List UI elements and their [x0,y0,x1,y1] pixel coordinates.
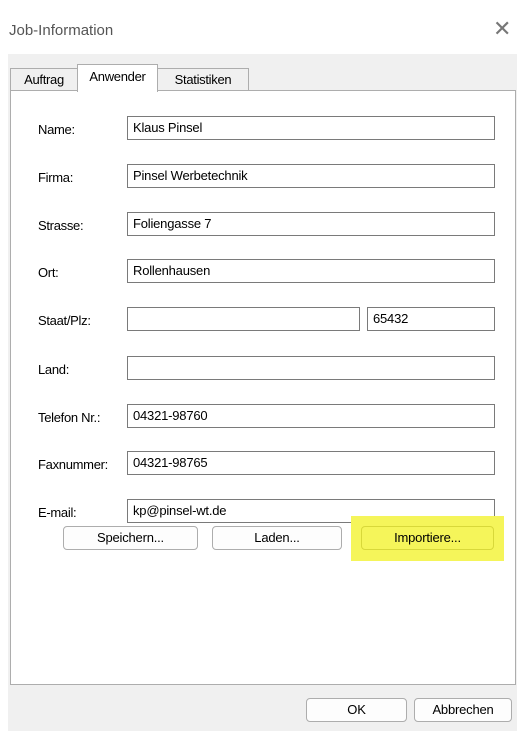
telefon-field[interactable]: 04321-98760 [127,404,495,428]
importiere-button[interactable]: Importiere... [361,526,494,550]
name-field[interactable]: Klaus Pinsel [127,116,495,140]
faxnummer-label: Faxnummer: [38,457,108,472]
staat-field[interactable] [127,307,360,331]
strasse-field[interactable]: Foliengasse 7 [127,212,495,236]
ok-button[interactable]: OK [306,698,407,722]
tab-anwender[interactable]: Anwender [77,64,158,92]
ort-label: Ort: [38,265,59,280]
laden-button[interactable]: Laden... [212,526,342,550]
email-label: E-mail: [38,505,77,520]
speichern-button[interactable]: Speichern... [63,526,198,550]
plz-field[interactable]: 65432 [367,307,495,331]
tab-statistiken[interactable]: Statistiken [157,68,249,91]
tab-auftrag[interactable]: Auftrag [10,68,78,91]
strasse-label: Strasse: [38,218,84,233]
land-field[interactable] [127,356,495,380]
close-icon[interactable]: ✕ [493,16,511,42]
firma-field[interactable]: Pinsel Werbetechnik [127,164,495,188]
ort-field[interactable]: Rollenhausen [127,259,495,283]
job-information-dialog: Job-Information ✕ Auftrag Anwender Stati… [8,8,517,731]
firma-label: Firma: [38,170,74,185]
staat-plz-label: Staat/Plz: [38,313,91,328]
faxnummer-field[interactable]: 04321-98765 [127,451,495,475]
name-label: Name: [38,122,75,137]
land-label: Land: [38,362,70,377]
abbrechen-button[interactable]: Abbrechen [414,698,512,722]
telefon-label: Telefon Nr.: [38,410,101,425]
anwender-panel: Name: Klaus Pinsel Firma: Pinsel Werbete… [10,90,516,685]
window-title: Job-Information [9,22,114,39]
title-bar: Job-Information ✕ [8,8,517,54]
